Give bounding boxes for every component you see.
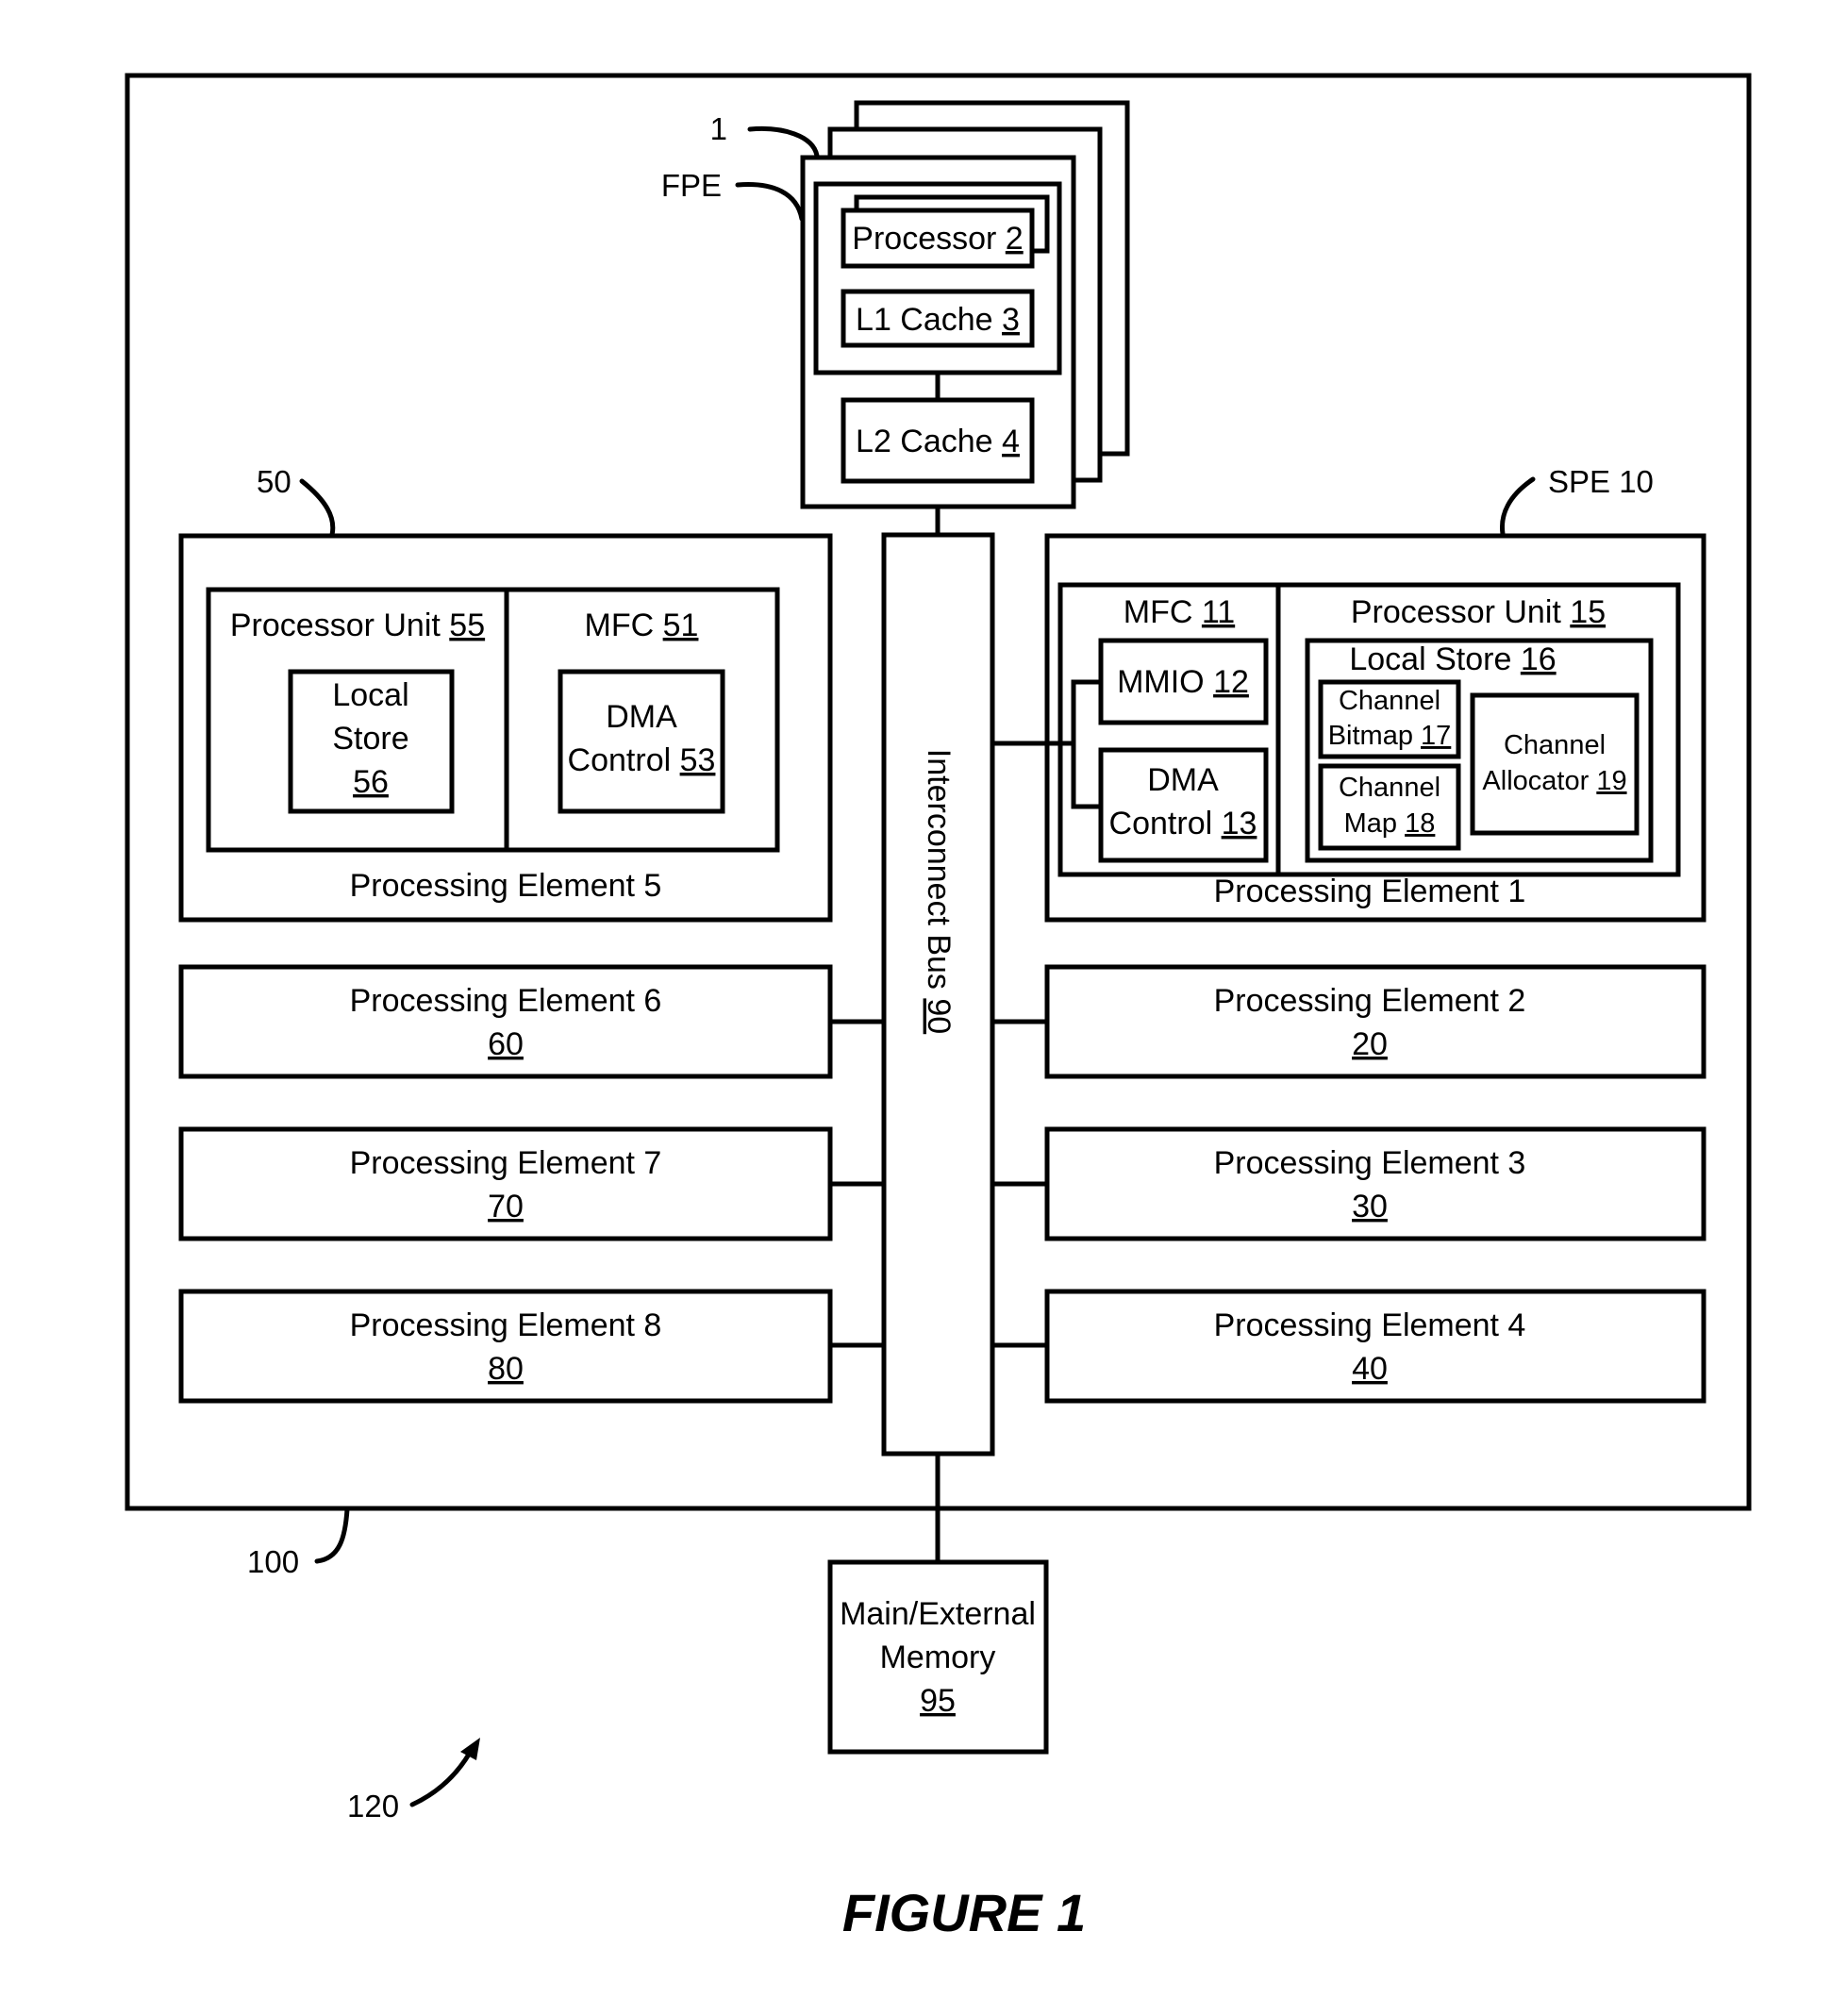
channel-bitmap-17-line2: Bitmap 17: [1328, 721, 1452, 751]
interconnect-bus-label: Interconnect Bus 90: [921, 749, 957, 1034]
channel-map-18-line2: Map 18: [1344, 808, 1436, 839]
channel-bitmap-17-line1: Channel: [1339, 686, 1440, 716]
processing-element-5: Processor Unit 55 Local Store 56 MFC 51 …: [178, 533, 833, 923]
dma-control-13-line1: DMA: [1147, 762, 1219, 798]
ref-label-100: 100: [247, 1544, 299, 1579]
arrow-120-head-icon: [460, 1738, 480, 1760]
fpe-processor-stack: Processor 2 L1 Cache 3 L2 Cache 4: [800, 100, 1130, 535]
right-processing-elements: Processing Element 2 20 Processing Eleme…: [992, 964, 1706, 1404]
pe6-num: 60: [488, 1026, 524, 1062]
processor-unit-15-label: Processor Unit 15: [1351, 594, 1606, 630]
leader-line-100: [314, 1507, 350, 1564]
dma-control-53-line1: DMA: [606, 699, 677, 735]
pe3-num: 30: [1352, 1189, 1388, 1224]
dma-control-13-line2: Control 13: [1109, 806, 1257, 841]
l1-cache-3-label: L1 Cache 3: [856, 302, 1020, 338]
figure-canvas: Processor 2 L1 Cache 3 L2 Cache 4 1 FPE …: [125, 73, 1752, 1942]
pe2-num: 20: [1352, 1026, 1388, 1062]
channel-allocator-19-box: [1470, 692, 1640, 836]
pe6-title: Processing Element 6: [350, 983, 662, 1019]
local-store-56-num: 56: [353, 764, 389, 800]
local-store-56-line1: Local: [332, 677, 408, 713]
pe4-num: 40: [1352, 1351, 1388, 1387]
main-memory-line1: Main/External: [840, 1596, 1036, 1632]
channel-map-18-line1: Channel: [1339, 773, 1440, 803]
ref-label-120: 120: [347, 1789, 399, 1823]
main-memory-num: 95: [920, 1683, 956, 1719]
local-store-56-line2: Store: [332, 721, 408, 757]
dma-control-53-line2: Control 53: [568, 742, 716, 778]
ref-label-spe-10: SPE 10: [1548, 464, 1654, 499]
pe1-title: Processing Element 1: [1214, 874, 1526, 909]
arrow-120-shaft: [409, 1750, 473, 1807]
pe2-title: Processing Element 2: [1214, 983, 1526, 1019]
ref-label-1: 1: [710, 111, 727, 146]
main-memory-line2: Memory: [880, 1640, 996, 1675]
pe8-title: Processing Element 8: [350, 1307, 662, 1343]
local-store-16-label: Local Store 16: [1349, 641, 1556, 677]
ref-label-fpe: FPE: [661, 168, 722, 203]
channel-allocator-19-line2: Allocator 19: [1482, 766, 1626, 796]
pe4-title: Processing Element 4: [1214, 1307, 1526, 1343]
l2-cache-4-label: L2 Cache 4: [856, 424, 1020, 459]
mmio-12-label: MMIO 12: [1117, 664, 1249, 700]
pe8-num: 80: [488, 1351, 524, 1387]
figure-title: FIGURE 1: [842, 1883, 1086, 1942]
channel-allocator-19-line1: Channel: [1504, 730, 1606, 760]
pe3-title: Processing Element 3: [1214, 1145, 1526, 1181]
pe7-num: 70: [488, 1189, 524, 1224]
processor-2-label: Processor 2: [852, 221, 1023, 257]
mfc-51-label: MFC 51: [585, 608, 699, 643]
processor-unit-55-label: Processor Unit 55: [230, 608, 485, 643]
mfc-11-label: MFC 11: [1124, 594, 1235, 630]
pe7-title: Processing Element 7: [350, 1145, 662, 1181]
left-processing-elements: Processing Element 6 60 Processing Eleme…: [178, 964, 884, 1404]
dma-control-53-box: [558, 669, 725, 814]
pe5-title: Processing Element 5: [350, 868, 662, 904]
ref-label-50: 50: [257, 464, 291, 499]
processing-element-1: MFC 11 MMIO 12 DMA Control 13 Processor …: [992, 533, 1706, 923]
